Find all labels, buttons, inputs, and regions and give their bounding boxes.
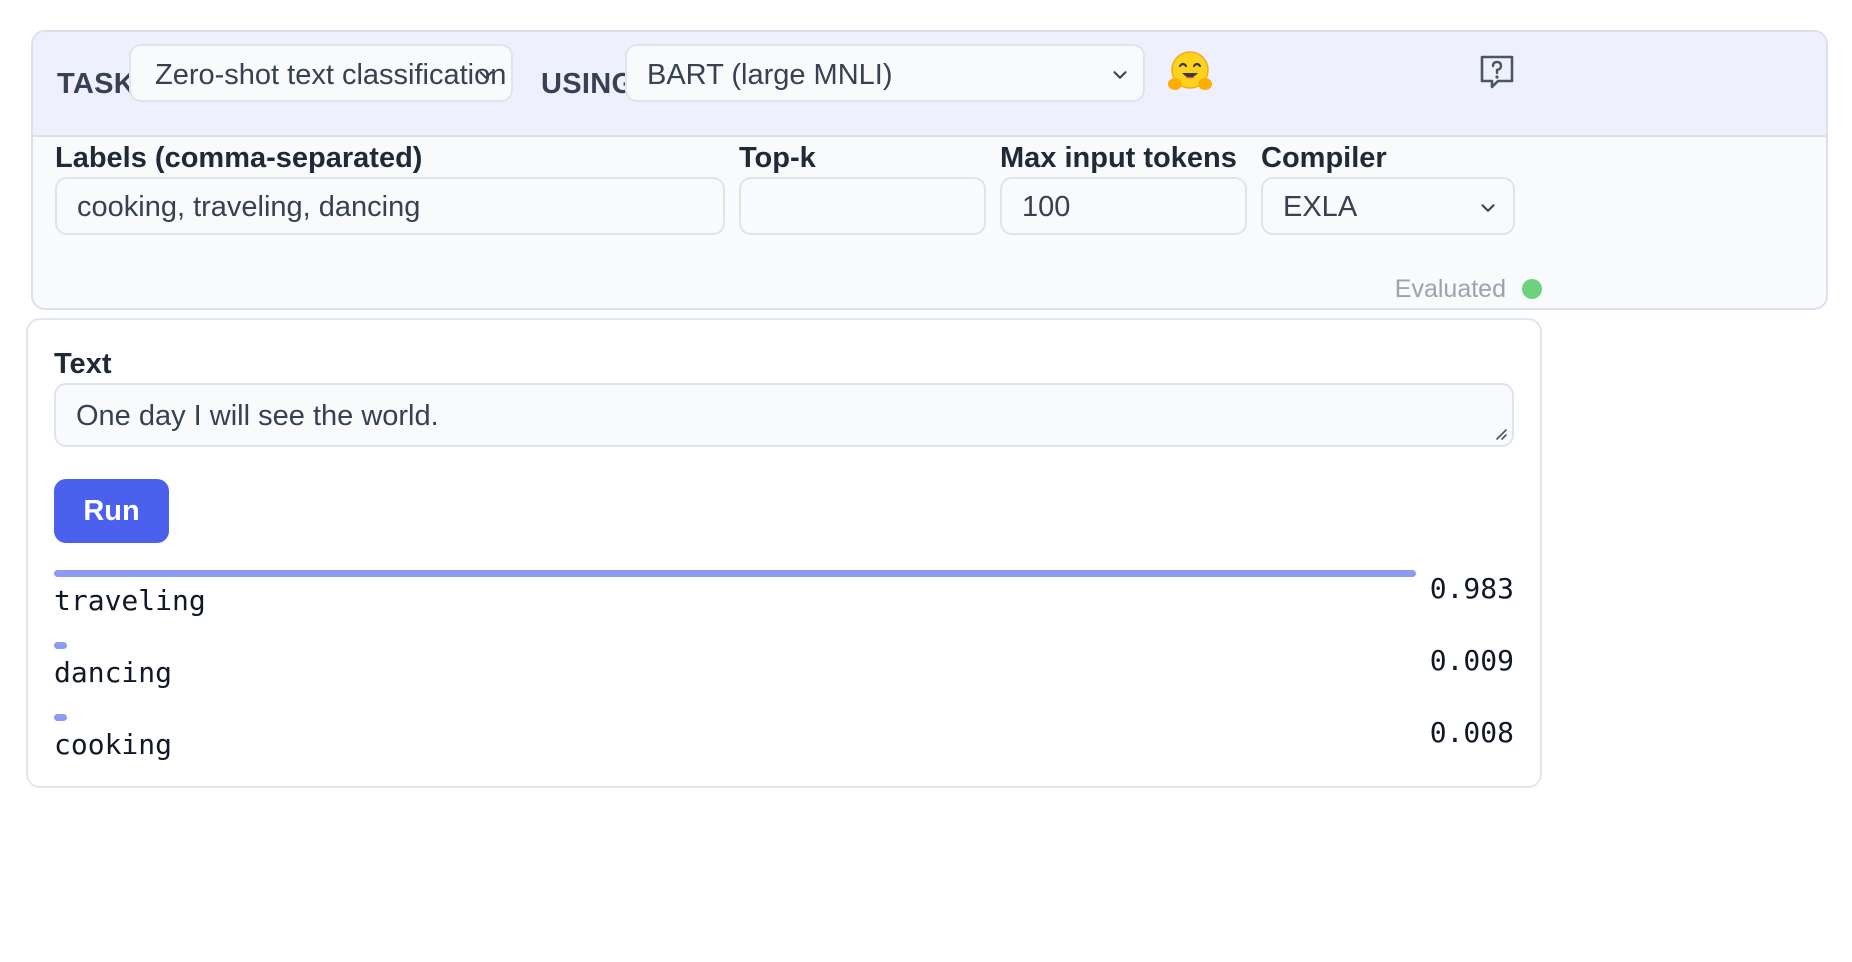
max-tokens-field-label: Max input tokens	[1000, 142, 1237, 174]
labels-input-value: cooking, traveling, dancing	[77, 191, 421, 223]
inference-card: Text One day I will see the world. Run t…	[26, 318, 1542, 788]
run-button[interactable]: Run	[54, 479, 169, 543]
result-label: cooking	[54, 728, 173, 761]
model-select-value: BART (large MNLI)	[647, 59, 893, 91]
chevron-down-icon	[1481, 204, 1495, 212]
compiler-select[interactable]: EXLA	[1261, 177, 1515, 235]
result-label: traveling	[54, 584, 206, 617]
text-input-label: Text	[54, 348, 112, 380]
chevron-down-icon	[479, 71, 493, 79]
help-question-icon[interactable]	[1477, 52, 1517, 92]
result-row: traveling 0.983	[54, 570, 1514, 630]
labels-field-label: Labels (comma-separated)	[55, 142, 423, 174]
text-input[interactable]: One day I will see the world.	[54, 383, 1514, 447]
task-header: TASK Zero-shot text classification USING…	[33, 32, 1826, 137]
text-input-value: One day I will see the world.	[76, 400, 439, 432]
task-label: TASK	[57, 68, 135, 100]
result-score: 0.008	[1429, 716, 1514, 749]
resize-grip-icon[interactable]	[1492, 425, 1508, 441]
result-bar	[54, 570, 1416, 577]
task-config-card: TASK Zero-shot text classification USING…	[31, 30, 1828, 310]
top-k-field-label: Top-k	[739, 142, 816, 174]
result-score: 0.983	[1429, 572, 1514, 605]
max-tokens-input[interactable]: 100	[1000, 177, 1247, 235]
result-bar	[54, 714, 67, 721]
chevron-down-icon	[1113, 71, 1127, 79]
model-select[interactable]: BART (large MNLI)	[625, 44, 1145, 102]
evaluation-status-text: Evaluated	[1394, 275, 1506, 303]
result-row: dancing 0.009	[54, 642, 1514, 702]
result-row: cooking 0.008	[54, 714, 1514, 774]
labels-input[interactable]: cooking, traveling, dancing	[55, 177, 725, 235]
compiler-select-value: EXLA	[1283, 191, 1358, 223]
evaluation-status-dot	[1522, 279, 1542, 299]
task-select-value: Zero-shot text classification	[155, 59, 507, 91]
compiler-field-label: Compiler	[1261, 142, 1387, 174]
using-label: USING	[541, 68, 635, 100]
result-bar	[54, 642, 67, 649]
top-k-input[interactable]	[739, 177, 986, 235]
result-label: dancing	[54, 656, 173, 689]
task-select[interactable]: Zero-shot text classification	[129, 44, 513, 102]
max-tokens-input-value: 100	[1022, 191, 1071, 223]
result-score: 0.009	[1429, 644, 1514, 677]
hugging-face-icon	[1168, 51, 1212, 90]
